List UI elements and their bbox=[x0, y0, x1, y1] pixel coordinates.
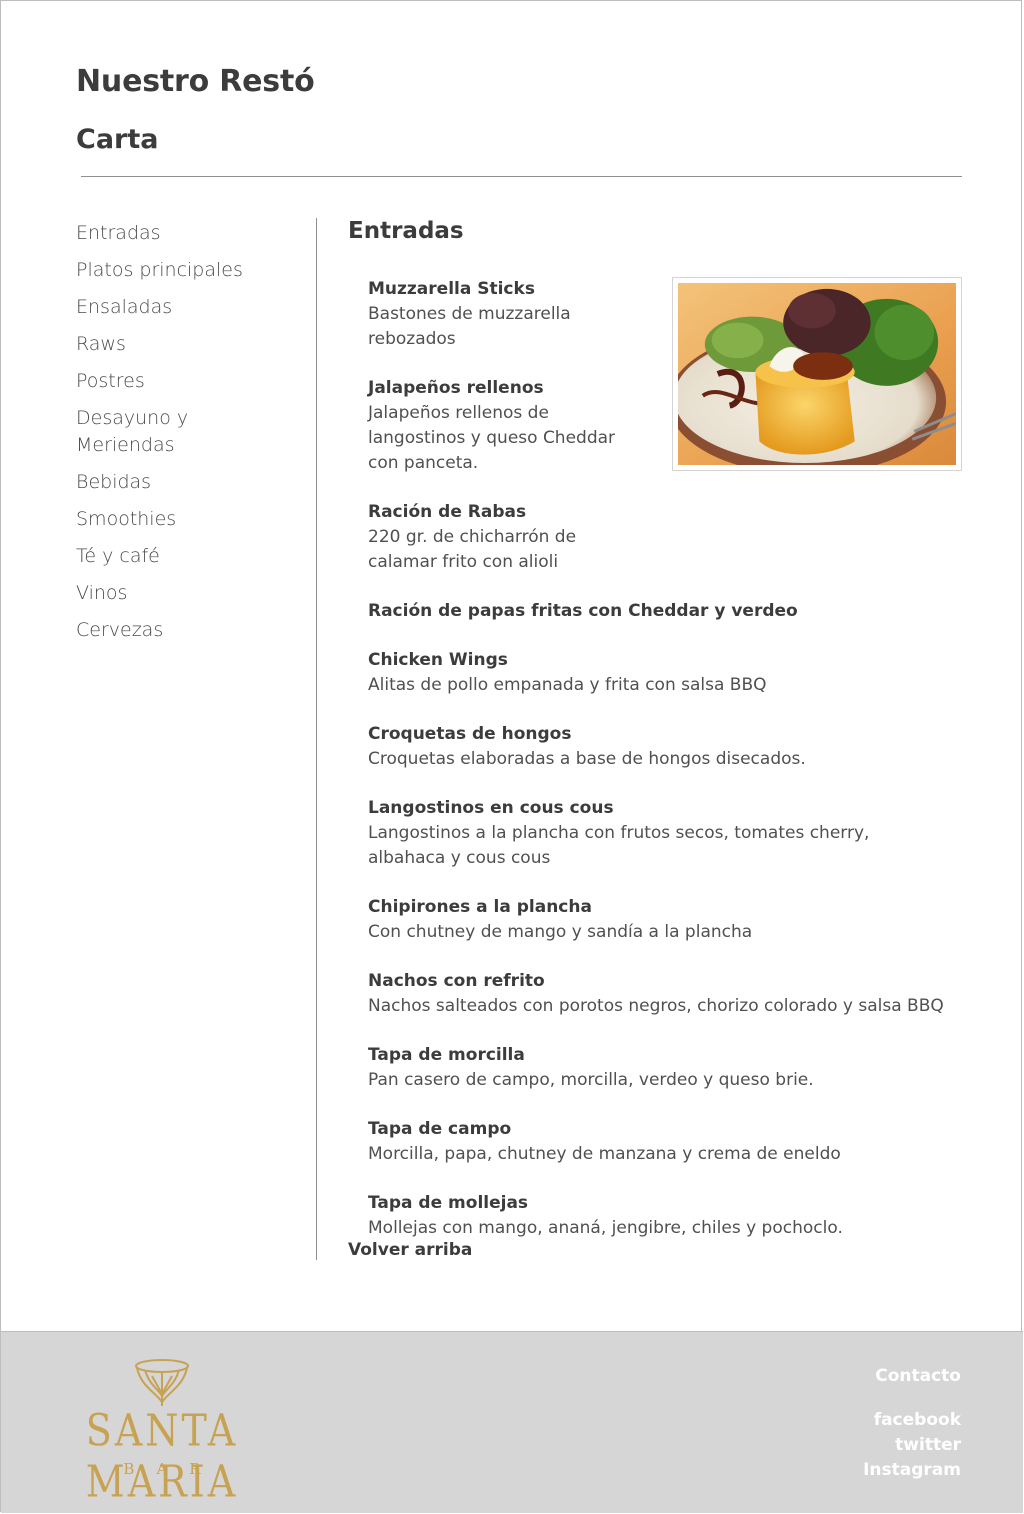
sidebar-item-desayuno-meriendas[interactable]: Desayuno y Meriendas bbox=[76, 405, 226, 459]
santa-maria-logo[interactable]: SANTA MARIA BAR bbox=[37, 1356, 287, 1507]
menu-item-name: Langostinos en cous cous bbox=[368, 798, 614, 818]
menu-item-name: Tapa de morcilla bbox=[368, 1045, 525, 1065]
menu-item: Tapa de campo Morcilla, papa, chutney de… bbox=[368, 1117, 948, 1167]
menu-item-description: Pan casero de campo, morcilla, verdeo y … bbox=[368, 1070, 814, 1090]
menu-item: Ración de papas fritas con Cheddar y ver… bbox=[368, 599, 948, 624]
menu-item-description: Langostinos a la plancha con frutos seco… bbox=[368, 823, 870, 868]
menu-item: Ración de Rabas 220 gr. de chicharrón de… bbox=[368, 500, 948, 575]
category-title: Entradas bbox=[348, 218, 464, 244]
instagram-link[interactable]: Instagram bbox=[863, 1458, 961, 1483]
logo-wordmark: SANTA MARIA bbox=[85, 1405, 239, 1507]
sidebar-item-vinos[interactable]: Vinos bbox=[76, 580, 296, 607]
menu-item: Tapa de mollejas Mollejas con mango, ana… bbox=[368, 1191, 948, 1241]
sidebar-item-platos-principales[interactable]: Platos principales bbox=[76, 257, 296, 284]
menu-item-name: Ración de papas fritas con Cheddar y ver… bbox=[368, 601, 798, 621]
sidebar-item-cervezas[interactable]: Cervezas bbox=[76, 617, 296, 644]
back-to-top-link[interactable]: Volver arriba bbox=[348, 1240, 472, 1260]
page-title: Nuestro Restó bbox=[76, 64, 315, 99]
category-sidebar: Entradas Platos principales Ensaladas Ra… bbox=[76, 220, 296, 654]
menu-item-description: Croquetas elaboradas a base de hongos di… bbox=[368, 749, 806, 769]
menu-item: Chicken Wings Alitas de pollo empanada y… bbox=[368, 648, 948, 698]
footer: SANTA MARIA BAR Contacto facebook twitte… bbox=[1, 1331, 1023, 1513]
twitter-link[interactable]: twitter bbox=[863, 1433, 961, 1458]
sidebar-item-te-cafe[interactable]: Té y café bbox=[76, 543, 296, 570]
sidebar-item-bebidas[interactable]: Bebidas bbox=[76, 469, 296, 496]
contact-link[interactable]: Contacto bbox=[863, 1364, 961, 1389]
sidebar-item-smoothies[interactable]: Smoothies bbox=[76, 506, 296, 533]
facebook-link[interactable]: facebook bbox=[863, 1408, 961, 1433]
menu-item: Croquetas de hongos Croquetas elaboradas… bbox=[368, 722, 948, 772]
menu-item-name: Tapa de mollejas bbox=[368, 1193, 529, 1213]
menu-item: Tapa de morcilla Pan casero de campo, mo… bbox=[368, 1043, 948, 1093]
menu-item: Chipirones a la plancha Con chutney de m… bbox=[368, 895, 948, 945]
menu-item-name: Chicken Wings bbox=[368, 650, 508, 670]
logo-subtitle: BAR bbox=[123, 1460, 223, 1478]
sidebar-item-raws[interactable]: Raws bbox=[76, 331, 296, 358]
sidebar-item-entradas[interactable]: Entradas bbox=[76, 220, 296, 247]
menu-item-name: Ración de Rabas bbox=[368, 502, 527, 522]
menu-item-description: Alitas de pollo empanada y frita con sal… bbox=[368, 675, 767, 695]
footer-links: Contacto facebook twitter Instagram bbox=[863, 1364, 961, 1483]
menu-item-name: Croquetas de hongos bbox=[368, 724, 572, 744]
menu-item-name: Nachos con refrito bbox=[368, 971, 545, 991]
menu-item-description: Bastones de muzzarella rebozados bbox=[368, 304, 571, 349]
menu-item-name: Tapa de campo bbox=[368, 1119, 512, 1139]
menu-item-description: Mollejas con mango, ananá, jengibre, chi… bbox=[368, 1218, 843, 1238]
menu-item-description: Morcilla, papa, chutney de manzana y cre… bbox=[368, 1144, 841, 1164]
dish-photo bbox=[672, 277, 962, 471]
section-title: Carta bbox=[76, 124, 159, 155]
menu-item: Langostinos en cous cous Langostinos a l… bbox=[368, 796, 948, 871]
menu-item-description: Con chutney de mango y sandía a la planc… bbox=[368, 922, 753, 942]
menu-item-description: 220 gr. de chicharrón de calamar frito c… bbox=[368, 527, 577, 572]
dish-illustration bbox=[678, 283, 956, 465]
menu-item-name: Chipirones a la plancha bbox=[368, 897, 592, 917]
menu-item-description: Jalapeños rellenos de langostinos y ques… bbox=[368, 403, 616, 473]
menu-item-description: Nachos salteados con porotos negros, cho… bbox=[368, 996, 944, 1016]
menu-item: Nachos con refrito Nachos salteados con … bbox=[368, 969, 948, 1019]
sidebar-item-ensaladas[interactable]: Ensaladas bbox=[76, 294, 296, 321]
divider bbox=[81, 176, 962, 177]
sidebar-item-postres[interactable]: Postres bbox=[76, 368, 296, 395]
vertical-divider bbox=[316, 218, 317, 1260]
